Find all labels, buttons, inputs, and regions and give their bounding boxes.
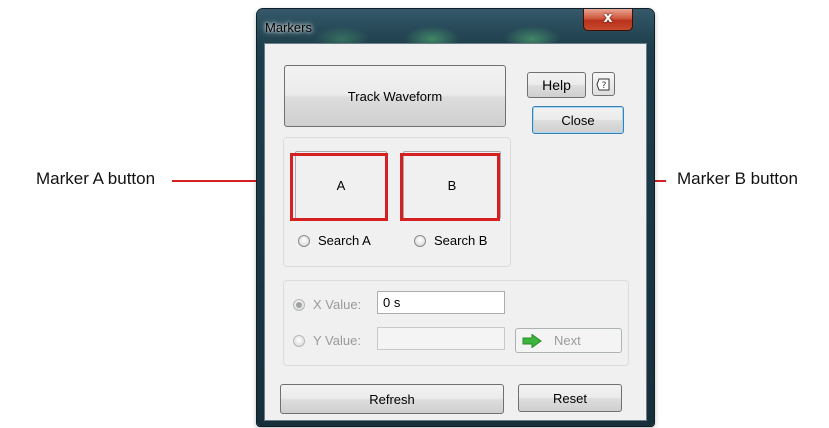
x-value-label: X Value: [313, 297, 362, 312]
search-b-label: Search B [434, 233, 488, 248]
help-label: Help [542, 77, 571, 93]
window-title: Markers [265, 20, 312, 35]
refresh-button[interactable]: Refresh [280, 384, 504, 414]
close-button[interactable]: Close [532, 106, 624, 134]
dialog-client-area: Track Waveform Help ? Close A B Search A… [264, 43, 647, 421]
next-label: Next [554, 333, 581, 348]
window-close-button[interactable]: x [583, 9, 633, 31]
y-value-field[interactable] [377, 327, 505, 350]
search-b-radio[interactable] [414, 234, 426, 247]
markers-dialog: Markers x Track Waveform Help ? Close A [257, 9, 654, 426]
x-value-option: X Value: [293, 297, 361, 312]
track-waveform-label: Track Waveform [347, 88, 443, 104]
x-value-radio [293, 298, 305, 311]
callout-marker-a-label: Marker A button [36, 169, 156, 188]
reset-label: Reset [553, 390, 587, 406]
track-waveform-button[interactable]: Track Waveform [284, 65, 506, 127]
help-button[interactable]: Help [527, 72, 586, 98]
context-help-icon[interactable]: ? [592, 72, 615, 96]
x-value-field[interactable] [377, 291, 505, 314]
y-value-label: Y Value: [313, 333, 361, 348]
search-a-radio[interactable] [298, 234, 310, 247]
green-right-arrow-icon [522, 333, 542, 348]
title-bar[interactable]: Markers x [257, 9, 654, 45]
search-a-label: Search A [318, 233, 371, 248]
refresh-label: Refresh [369, 391, 415, 407]
reset-button[interactable]: Reset [518, 384, 622, 412]
search-b-option[interactable]: Search B [414, 233, 487, 248]
svg-text:?: ? [602, 81, 607, 91]
callout-marker-b-label: Marker B button [677, 169, 798, 188]
next-button[interactable]: Next [515, 328, 622, 353]
marker-a-highlight [290, 153, 388, 221]
y-value-option: Y Value: [293, 333, 361, 348]
close-label: Close [561, 112, 595, 128]
search-a-option[interactable]: Search A [298, 233, 371, 248]
y-value-radio [293, 334, 305, 347]
marker-b-highlight [400, 153, 500, 221]
